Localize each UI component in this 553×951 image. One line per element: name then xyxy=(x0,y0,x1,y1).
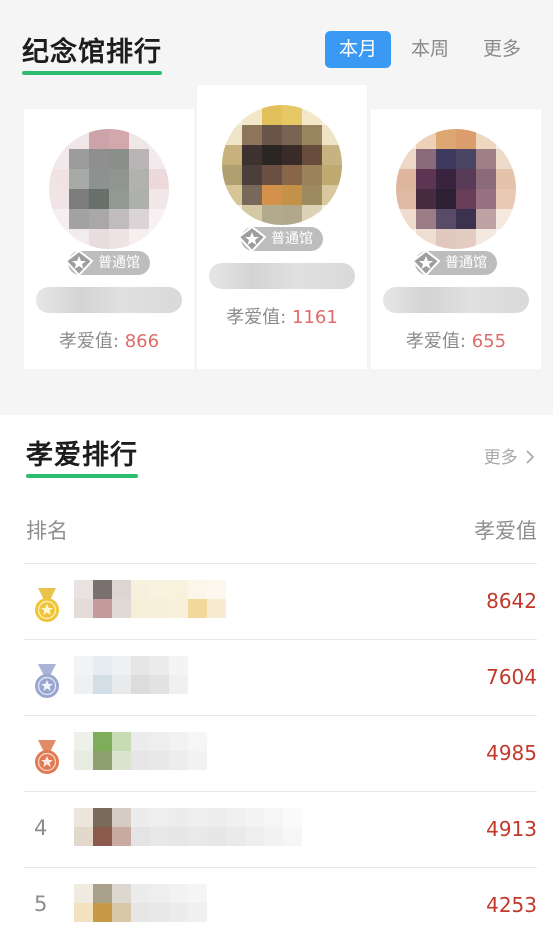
score-label: 孝爱值: xyxy=(405,331,466,352)
filial-value: 4913 xyxy=(486,817,537,841)
hall-avatar xyxy=(49,129,169,249)
memorial-ranking-title-text: 纪念馆排行 xyxy=(22,37,162,68)
title-underline xyxy=(22,71,162,75)
diamond-star-icon xyxy=(64,249,94,277)
filial-value: 4253 xyxy=(486,893,537,917)
score-label: 孝爱值: xyxy=(226,307,287,328)
diamond-star-icon xyxy=(237,225,267,253)
memorial-hall-card[interactable]: 普通馆 孝爱值: 1161 xyxy=(197,85,367,369)
hall-type-label: 普通馆 xyxy=(98,255,140,271)
filial-ranking-title-text: 孝爱排行 xyxy=(26,440,138,471)
user-avatar-name-blurred xyxy=(74,732,207,770)
hall-avatar xyxy=(396,129,516,249)
score-value: 655 xyxy=(471,331,507,352)
user-avatar-name-blurred xyxy=(74,656,188,694)
ranking-row[interactable]: 8642 xyxy=(24,563,537,639)
column-header-value: 孝爱值 xyxy=(474,519,537,543)
tab-week[interactable]: 本周 xyxy=(397,31,463,68)
filial-value: 7604 xyxy=(486,665,537,689)
more-link-label: 更多 xyxy=(483,448,518,468)
chevron-right-icon xyxy=(526,450,535,464)
user-avatar-name-blurred xyxy=(74,808,302,846)
score-label: 孝爱值: xyxy=(58,331,119,352)
tab-more[interactable]: 更多 xyxy=(469,31,535,68)
title-underline xyxy=(26,474,138,478)
hall-type-label: 普通馆 xyxy=(271,231,313,247)
score-value: 1161 xyxy=(292,307,338,328)
diamond-star-icon xyxy=(411,249,441,277)
gold-medal-icon xyxy=(35,588,59,622)
memorial-hall-list: 普通馆 孝爱值: 866 普通馆 孝爱值: 1161 普通馆 孝爱值: 655 xyxy=(24,85,541,369)
memorial-hall-card[interactable]: 普通馆 孝爱值: 655 xyxy=(371,109,541,369)
silver-medal-icon xyxy=(35,664,59,698)
ranking-row[interactable]: 5 4253 xyxy=(24,867,537,943)
filial-ranking-list: 8642 7604 4985 4 4913 5 4253 xyxy=(24,563,537,943)
hall-name-blurred xyxy=(36,287,182,313)
bronze-medal-icon xyxy=(35,740,59,774)
filial-ranking-title: 孝爱排行 xyxy=(26,433,138,478)
hall-type-badge: 普通馆 xyxy=(411,249,497,277)
hall-avatar xyxy=(222,105,342,225)
score-value: 866 xyxy=(124,331,160,352)
hall-score: 孝爱值: 1161 xyxy=(197,303,367,329)
period-tabs: 本月 本周 更多 xyxy=(324,31,535,68)
ranking-row[interactable]: 7604 xyxy=(24,639,537,715)
ranking-row[interactable]: 4 4913 xyxy=(24,791,537,867)
memorial-ranking-title: 纪念馆排行 xyxy=(22,30,162,75)
filial-value: 4985 xyxy=(486,741,537,765)
filial-ranking-section: 孝爱排行 更多 排名 孝爱值 8642 7604 4985 4 4913 5 4… xyxy=(0,415,553,951)
column-header-rank: 排名 xyxy=(26,519,68,543)
hall-type-label: 普通馆 xyxy=(445,255,487,271)
rank-number: 4 xyxy=(34,816,48,840)
user-avatar-name-blurred xyxy=(74,884,207,922)
filial-value: 8642 xyxy=(486,589,537,613)
user-avatar-name-blurred xyxy=(74,580,226,618)
memorial-ranking-section: 纪念馆排行 本月 本周 更多 普通馆 孝爱值: 866 普通馆 孝爱值: 116… xyxy=(0,0,553,415)
hall-score: 孝爱值: 655 xyxy=(371,327,541,353)
hall-score: 孝爱值: 866 xyxy=(24,327,194,353)
more-link[interactable]: 更多 xyxy=(484,443,535,468)
rank-number: 5 xyxy=(34,892,48,916)
hall-name-blurred xyxy=(383,287,529,313)
hall-type-badge: 普通馆 xyxy=(64,249,150,277)
memorial-hall-card[interactable]: 普通馆 孝爱值: 866 xyxy=(24,109,194,369)
hall-type-badge: 普通馆 xyxy=(237,225,323,253)
tab-month[interactable]: 本月 xyxy=(324,31,391,68)
hall-name-blurred xyxy=(209,263,355,289)
ranking-row[interactable]: 4985 xyxy=(24,715,537,791)
